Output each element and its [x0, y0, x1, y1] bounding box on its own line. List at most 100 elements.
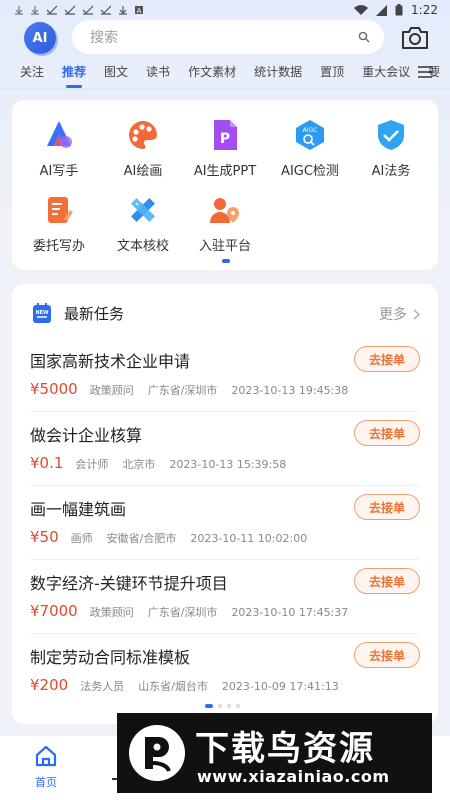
task-price: ¥0.1: [30, 454, 64, 472]
notification-icons: A: [14, 5, 144, 15]
palette-icon: [129, 121, 157, 149]
download-icon: [15, 6, 23, 15]
tab-follow[interactable]: 关注: [20, 60, 44, 90]
accept-order-button[interactable]: 去接单: [354, 642, 420, 668]
feature-ai-legal[interactable]: AI法务: [348, 118, 434, 179]
task-item[interactable]: 国家高新技术企业申请 去接单 ¥5000 政策顾问 广东省/深圳市 2023-1…: [12, 342, 438, 416]
feature-ai-writer[interactable]: AI写手: [16, 118, 102, 179]
section-title: 最新任务: [64, 305, 125, 323]
task-title: 国家高新技术企业申请: [30, 352, 191, 371]
task-meta: ¥200 法务人员 山东省/烟台市 2023-10-09 17:41:13: [30, 676, 339, 694]
tasks-header: NEW 最新任务 更多: [12, 284, 438, 340]
status-bar: A 1:22: [0, 0, 450, 20]
task-meta: ¥5000 政策顾问 广东省/深圳市 2023-10-13 19:45:38: [30, 380, 348, 398]
indicator-dot: [236, 704, 240, 708]
task-role: 会计师: [75, 458, 109, 471]
svg-text:P: P: [220, 131, 230, 147]
menu-icon[interactable]: [418, 66, 432, 78]
task-time: 2023-10-10 17:45:37: [231, 606, 349, 619]
signal-icon: [376, 4, 388, 16]
feature-label: AI写手: [39, 164, 79, 179]
app-badge-icon: A: [135, 6, 143, 15]
task-time: 2023-10-13 19:45:38: [231, 384, 349, 397]
logo-text: AI: [32, 30, 48, 46]
watermark-url: www.xiazainiao.com: [197, 767, 390, 786]
task-location: 北京市: [122, 458, 156, 471]
app-logo[interactable]: AI: [24, 22, 56, 54]
task-meta: ¥7000 政策顾问 广东省/深圳市 2023-10-10 17:45:37: [30, 602, 348, 620]
accept-order-button[interactable]: 去接单: [354, 346, 420, 372]
feature-grid: AI写手 AI绘画 P AI生成PPT AIGC AIGC检测 AI法务 委托写…: [12, 100, 438, 270]
task-price: ¥200: [30, 676, 69, 694]
task-title: 做会计企业核算: [30, 426, 143, 445]
home-icon: [35, 745, 57, 767]
divider: [30, 485, 420, 486]
download-icon: [31, 6, 39, 15]
task-item[interactable]: 数字经济-关键环节提升项目 去接单 ¥7000 政策顾问 广东省/深圳市 202…: [12, 564, 438, 638]
shield-check-icon: [378, 120, 404, 150]
ai-writer-icon: [47, 121, 72, 148]
tab-pinned[interactable]: 置顶: [320, 60, 344, 90]
more-link[interactable]: 更多: [379, 304, 420, 324]
nav-home-label: 首页: [35, 776, 57, 789]
write-edit-icon: [48, 197, 73, 223]
feature-join-platform[interactable]: 入驻平台: [182, 193, 268, 254]
tab-recommend[interactable]: 推荐: [62, 60, 86, 90]
latest-tasks-card: NEW 最新任务 更多 国家高新技术企业申请 去接单 ¥5000 政策顾问 广东…: [12, 284, 438, 724]
tab-reading[interactable]: 读书: [146, 60, 170, 90]
task-item[interactable]: 制定劳动合同标准模板 去接单 ¥200 法务人员 山东省/烟台市 2023-10…: [12, 638, 438, 712]
watermark-title: 下载鸟资源: [195, 729, 375, 769]
task-meta: ¥0.1 会计师 北京市 2023-10-13 15:39:58: [30, 454, 286, 472]
accept-order-button[interactable]: 去接单: [354, 420, 420, 446]
task-time: 2023-10-13 15:39:58: [169, 458, 287, 471]
search-icon: [358, 31, 370, 43]
status-time: 1:22: [411, 3, 438, 17]
ppt-icon: P: [214, 120, 237, 150]
task-role: 政策顾问: [89, 606, 134, 619]
battery-icon: [395, 4, 403, 16]
feature-ai-ppt[interactable]: P AI生成PPT: [182, 118, 268, 179]
feature-label: AIGC检测: [281, 164, 339, 179]
feature-label: 入驻平台: [198, 239, 251, 254]
system-status: 1:22: [354, 3, 438, 17]
accept-order-button[interactable]: 去接单: [354, 568, 420, 594]
tab-statistics[interactable]: 统计数据: [254, 60, 302, 90]
indicator-dot: [205, 704, 213, 708]
nav-home[interactable]: 首页: [22, 744, 70, 790]
search-placeholder: 搜索: [90, 30, 118, 46]
task-title: 画一幅建筑画: [30, 500, 127, 519]
check-icon: [82, 5, 94, 15]
camera-icon[interactable]: [400, 24, 430, 52]
task-role: 画师: [70, 532, 93, 545]
feature-label: AI绘画: [123, 164, 163, 179]
task-price: ¥7000: [30, 602, 78, 620]
feature-label: 委托写办: [32, 239, 85, 254]
task-title: 制定劳动合同标准模板: [30, 648, 191, 667]
feature-text-proofreading[interactable]: 文本核校: [100, 193, 186, 254]
divider: [30, 633, 420, 634]
tab-major-meetings[interactable]: 重大会议: [362, 60, 410, 90]
task-item[interactable]: 画一幅建筑画 去接单 ¥50 画师 安徽省/合肥市 2023-10-11 10:…: [12, 490, 438, 564]
page-indicator: [222, 259, 230, 263]
task-location: 广东省/深圳市: [147, 384, 218, 397]
indicator-dot: [227, 704, 231, 708]
feature-aigc-detect[interactable]: AIGC AIGC检测: [267, 118, 353, 179]
chevron-right-icon: [413, 308, 420, 320]
task-location: 安徽省/合肥市: [106, 532, 177, 545]
feature-commission-writing[interactable]: 委托写办: [16, 193, 102, 254]
check-icon: [100, 5, 112, 15]
aigc-detect-icon: AIGC: [296, 120, 324, 150]
task-role: 政策顾问: [89, 384, 134, 397]
task-meta: ¥50 画师 安徽省/合肥市 2023-10-11 10:02:00: [30, 528, 307, 546]
ruler-pencil-icon: [130, 196, 156, 223]
task-item[interactable]: 做会计企业核算 去接单 ¥0.1 会计师 北京市 2023-10-13 15:3…: [12, 416, 438, 490]
category-tabs: 关注 推荐 图文 读书 作文素材 统计数据 置顶 重大会议 要: [0, 60, 450, 90]
search-input[interactable]: 搜索: [72, 20, 384, 54]
task-price: ¥5000: [30, 380, 78, 398]
accept-order-button[interactable]: 去接单: [354, 494, 420, 520]
tab-articles[interactable]: 图文: [104, 60, 128, 90]
tab-essay-material[interactable]: 作文素材: [188, 60, 236, 90]
feature-ai-painting[interactable]: AI绘画: [100, 118, 186, 179]
check-icon: [46, 5, 58, 15]
task-time: 2023-10-11 10:02:00: [190, 532, 308, 545]
